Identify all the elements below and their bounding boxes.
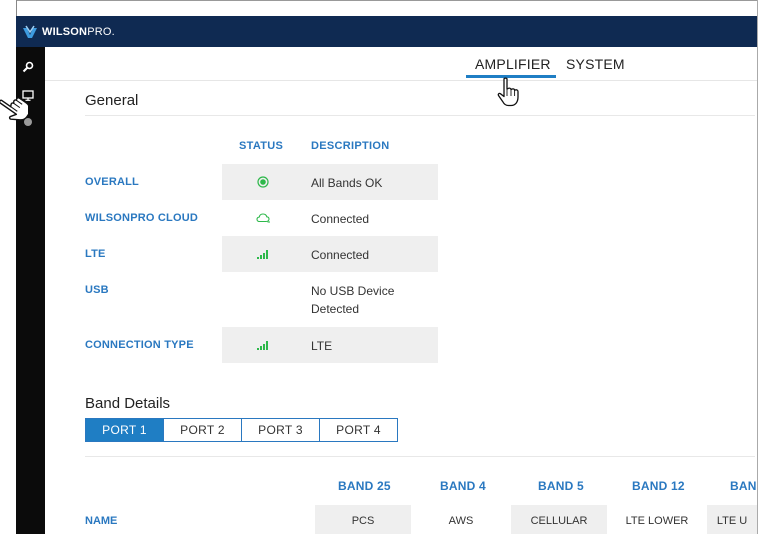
port-tabs: PORT 1 PORT 2 PORT 3 PORT 4	[85, 418, 398, 442]
row-label-overall: OVERALL	[85, 176, 139, 188]
screenshot-frame-left	[16, 0, 17, 16]
signal-icon	[245, 335, 281, 355]
band-details-divider	[85, 456, 755, 457]
row-label-usb: USB	[85, 284, 109, 296]
hand-pointer-cursor-icon	[496, 77, 522, 112]
general-title: General	[85, 92, 139, 109]
status-column-header: STATUS	[239, 140, 284, 152]
top-bar: WILSONPRO.	[16, 16, 757, 47]
row-description-wilsonpro-cloud: Connected	[311, 212, 370, 226]
band-name-cell: PCS	[315, 505, 411, 534]
general-divider	[85, 115, 755, 116]
screenshot-frame-right	[757, 0, 758, 534]
hand-pointer-cursor-icon	[0, 90, 31, 133]
band-header-5: BAND 5	[538, 479, 584, 493]
description-column-header: DESCRIPTION	[311, 140, 390, 152]
settings-wrench-icon[interactable]	[21, 60, 35, 74]
row-label-lte: LTE	[85, 248, 106, 260]
cloud-icon	[245, 208, 281, 228]
brand-logo[interactable]: WILSONPRO.	[22, 22, 115, 42]
band-header-25: BAND 25	[338, 479, 391, 493]
brand-name: WILSONPRO.	[42, 26, 115, 38]
tab-port-4[interactable]: PORT 4	[319, 419, 397, 441]
band-header-4: BAND 4	[440, 479, 486, 493]
usb-description-line1: No USB Device	[311, 284, 395, 298]
signal-icon	[245, 244, 281, 264]
screenshot-frame-top	[16, 0, 758, 1]
band-name-cell: LTE U	[707, 505, 757, 534]
row-description-lte: Connected	[311, 248, 370, 262]
band-details-title: Band Details	[85, 395, 171, 412]
band-header-12: BAND 12	[632, 479, 685, 493]
tab-port-2[interactable]: PORT 2	[163, 419, 241, 441]
tab-port-3[interactable]: PORT 3	[241, 419, 319, 441]
band-header-partial: BAN	[730, 479, 757, 493]
row-label-connection-type: CONNECTION TYPE	[85, 339, 194, 351]
usb-description-line2: Detected	[311, 302, 360, 316]
row-label-wilsonpro-cloud: WILSONPRO CLOUD	[85, 212, 198, 224]
band-name-cell: AWS	[413, 505, 509, 534]
wilsonpro-logo-icon	[22, 25, 38, 39]
row-description-overall: All Bands OK	[311, 176, 383, 190]
tab-amplifier[interactable]: AMPLIFIER	[475, 56, 551, 72]
band-name-cell: CELLULAR	[511, 505, 607, 534]
status-ok-icon	[245, 172, 281, 192]
row-description-usb: No USB Device Detected	[311, 282, 394, 318]
tab-port-1[interactable]: PORT 1	[86, 419, 163, 441]
main-tab-strip	[45, 47, 757, 81]
tab-system[interactable]: SYSTEM	[566, 56, 625, 72]
band-name-cell: LTE LOWER	[609, 505, 705, 534]
row-description-connection-type: LTE	[311, 339, 333, 353]
band-name-label: NAME	[85, 515, 118, 527]
